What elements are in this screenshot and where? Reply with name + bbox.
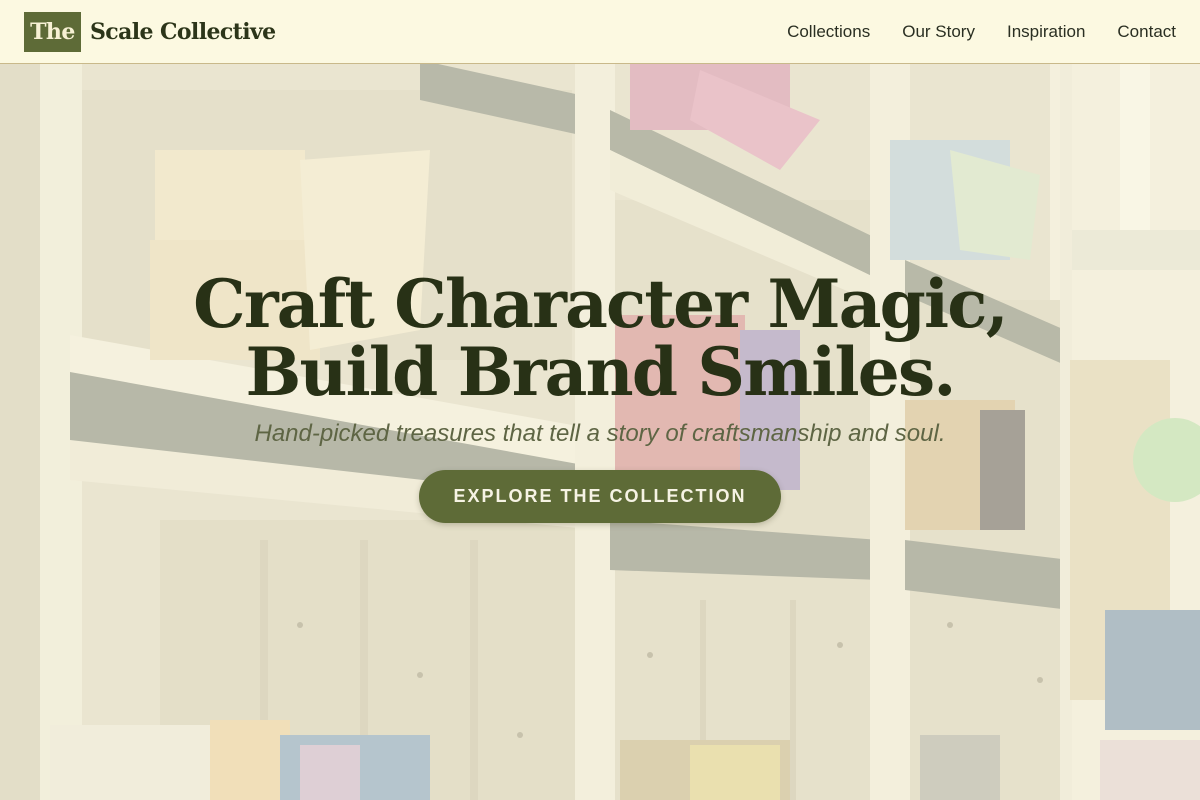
hero-title-line-2: Build Brand Smiles.	[245, 333, 956, 411]
nav-link-our-story[interactable]: Our Story	[902, 22, 975, 42]
hero-section: Craft Character Magic, Build Brand Smile…	[0, 270, 1200, 523]
hero-title-line-1: Craft Character Magic,	[193, 265, 1009, 343]
explore-collection-button[interactable]: EXPLORE THE COLLECTION	[419, 470, 781, 523]
nav-link-collections[interactable]: Collections	[787, 22, 870, 42]
hero-subtitle: Hand-picked treasures that tell a story …	[254, 420, 946, 447]
logo-mark: The	[24, 12, 81, 52]
main-nav: Collections Our Story Inspiration Contac…	[787, 0, 1176, 64]
nav-link-inspiration[interactable]: Inspiration	[1007, 22, 1085, 42]
brand-logo-link[interactable]: The Scale Collective	[24, 12, 276, 52]
brand-name: Scale Collective	[90, 19, 276, 45]
site-header: The Scale Collective Collections Our Sto…	[0, 0, 1200, 64]
hero-title: Craft Character Magic, Build Brand Smile…	[0, 270, 1200, 406]
nav-link-contact[interactable]: Contact	[1117, 22, 1176, 42]
landing-page: The Scale Collective Collections Our Sto…	[0, 0, 1200, 800]
